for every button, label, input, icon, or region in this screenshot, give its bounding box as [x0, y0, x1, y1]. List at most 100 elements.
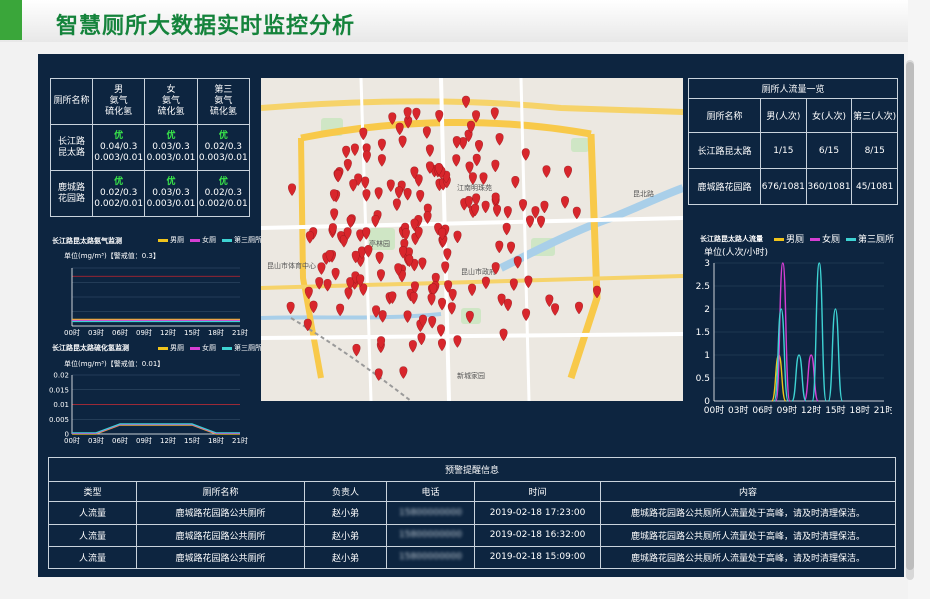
flow-cell: 45/1081 — [851, 168, 898, 205]
y-tick-label: 0.5 — [696, 374, 710, 384]
x-tick-label: 03时 — [728, 404, 748, 416]
map-place-label: 昆山市体育中心 — [267, 261, 316, 270]
legend-third: 第三厕所 — [222, 343, 262, 353]
gas-status: 优 — [166, 177, 176, 187]
legend-male: 男厕 — [158, 235, 184, 245]
legend-female: 女厕 — [190, 235, 216, 245]
nh3-value: 0.02/0.3 — [99, 188, 138, 198]
h2s-value: 0.003/0.01 — [146, 153, 196, 163]
gas-table-header: 厕所名称 男 氨气 硫化氢 女 氨气 硫化氢 第三 氨气 硫化氢 — [50, 78, 251, 125]
alert-row: 人流量 鹿城路花园路公共厕所 赵小弟 15800000000 2019-02-1… — [48, 545, 896, 570]
alert-caption-row: 预警提醒信息 — [48, 456, 896, 483]
gas-row-name: 长江路 昆太路 — [50, 124, 93, 171]
legend-female: 女厕 — [810, 232, 840, 245]
gas-status: 优 — [114, 131, 124, 141]
legend-male-label: 男厕 — [170, 344, 184, 352]
x-tick-label: 09时 — [777, 404, 797, 416]
alert-cell-person: 赵小弟 — [304, 523, 387, 547]
y-tick-label: 2 — [704, 305, 710, 315]
h2s-value: 0.002/0.01 — [198, 199, 248, 209]
y-tick-label: 0.005 — [49, 416, 69, 424]
nh3-value: 0.04/0.3 — [99, 142, 138, 152]
page-title: 智慧厕所大数据实时监控分析 — [56, 14, 356, 39]
alert-cell-type: 人流量 — [48, 523, 137, 547]
y-tick-label: 0.01 — [53, 401, 69, 409]
alert-cell-content: 鹿城路花园路公共厕所人流量处于高峰，请及时清理保洁。 — [600, 523, 896, 547]
x-tick-label: 12时 — [160, 436, 176, 445]
alert-phone-blurred: 15800000000 — [399, 552, 462, 563]
flow-cell: 8/15 — [851, 132, 898, 169]
alert-cell-content: 鹿城路花园路公共厕所人流量处于高峰，请及时清理保洁。 — [600, 501, 896, 525]
toilet-location-map[interactable]: 昆山市政府 亭林园 昆山市体育中心 江南明珠苑 新城家园 昆北路 — [261, 78, 683, 401]
legend-male: 男厕 — [158, 343, 184, 353]
alert-cell-time: 2019-02-18 16:32:00 — [474, 523, 601, 547]
nh3-chart-legend: 男厕 女厕 第三厕所 — [158, 235, 262, 245]
legend-female-label: 女厕 — [822, 235, 841, 245]
x-tick-label: 06时 — [112, 436, 128, 445]
legend-third-label: 第三厕所 — [234, 236, 262, 244]
flow-table-header: 厕所名称 男(人次) 女(人次) 第三(人次) — [688, 98, 898, 133]
nh3-value: 0.02/0.3 — [204, 142, 243, 152]
alert-header: 负责人 — [304, 481, 387, 503]
gas-row: 鹿城路 花园路 优 0.02/0.3 0.002/0.01 优 0.03/0.3 0.0… — [50, 170, 251, 217]
flow-cell: 1/15 — [760, 132, 807, 169]
flow-header: 第三(人次) — [851, 98, 898, 133]
flow-chart-legend: 男厕 女厕 第三厕所 — [774, 232, 894, 245]
h2s-chart-title: 长江路昆太路硫化氢监测 — [52, 344, 129, 352]
alert-row: 人流量 鹿城路花园路公共厕所 赵小弟 15800000000 2019-02-1… — [48, 501, 896, 525]
map-place-label: 昆北路 — [633, 189, 654, 198]
x-tick-label: 21时 — [232, 436, 248, 445]
flow-table-caption-row: 厕所人流量一览 — [688, 78, 898, 99]
h2s-value: 0.003/0.01 — [94, 153, 144, 163]
gas-header-male-text: 男 氨气 硫化氢 — [105, 85, 133, 117]
alert-phone-blurred: 15800000000 — [399, 530, 462, 541]
h2s-value: 0.003/0.01 — [198, 153, 248, 163]
alert-header: 类型 — [48, 481, 137, 503]
y-tick-label: 2.5 — [696, 282, 710, 292]
flow-cell: 长江路昆太路 — [688, 132, 761, 169]
legend-male: 男厕 — [774, 232, 804, 245]
x-tick-label: 00时 — [704, 404, 724, 416]
gas-header-female-text: 女 氨气 硫化氢 — [157, 85, 185, 117]
nh3-line-chart: 00时 03时 06时 09时 12时 15时 18时 21时 — [64, 267, 248, 337]
x-tick-label: 09时 — [136, 328, 152, 337]
flow-table-caption: 厕所人流量一览 — [688, 78, 898, 99]
legend-third: 第三厕所 — [846, 232, 894, 245]
x-tick-label: 12时 — [160, 328, 176, 337]
gas-monitor-table: 厕所名称 男 氨气 硫化氢 女 氨气 硫化氢 第三 氨气 硫化氢 长江路 昆太路… — [50, 78, 251, 217]
vertical-scrollbar-thumb[interactable] — [906, 62, 914, 570]
alert-header: 时间 — [474, 481, 601, 503]
gas-row: 长江路 昆太路 优 0.04/0.3 0.003/0.01 优 0.03/0.3 0.0… — [50, 124, 251, 171]
y-tick-label: 1 — [704, 351, 710, 361]
alert-cell-name: 鹿城路花园路公共厕所 — [136, 545, 305, 570]
legend-male-label: 男厕 — [170, 236, 184, 244]
flow-cell: 6/15 — [805, 132, 853, 169]
gas-header-third-text: 第三 氨气 硫化氢 — [209, 85, 237, 117]
y-tick-label: 1.5 — [696, 328, 710, 338]
x-tick-label: 15时 — [825, 404, 845, 416]
flow-header: 男(人次) — [760, 98, 807, 133]
alert-cell-content: 鹿城路花园路公共厕所人流量处于高峰，请及时清理保洁。 — [600, 545, 896, 570]
x-tick-label: 06时 — [752, 404, 772, 416]
x-tick-label: 09时 — [136, 436, 152, 445]
flow-cell: 676/1081 — [760, 168, 807, 205]
x-tick-label: 12时 — [801, 404, 821, 416]
gas-header-male: 男 氨气 硫化氢 — [91, 78, 146, 125]
x-tick-label: 03时 — [88, 436, 104, 445]
map-canvas[interactable]: 昆山市政府 亭林园昆山市体育中心 江南明珠苑新城家园 昆北路 — [261, 78, 683, 401]
map-place-label: 江南明珠苑 — [457, 183, 492, 192]
legend-third-label: 第三厕所 — [234, 344, 262, 352]
h2s-line-chart: 0.020.0150.010.005000时 03时 06时 09时 12时 15时 18时… — [49, 372, 248, 446]
alert-phone-blurred: 15800000000 — [399, 507, 462, 518]
nh3-value: 0.03/0.3 — [152, 188, 190, 198]
gas-header-third: 第三 氨气 硫化氢 — [196, 78, 251, 125]
gas-status: 优 — [218, 131, 228, 141]
alert-cell-phone: 15800000000 — [386, 523, 475, 547]
y-tick-label: 3 — [704, 259, 710, 269]
alert-caption: 预警提醒信息 — [48, 456, 896, 483]
flow-row: 长江路昆太路 1/15 6/15 8/15 — [688, 132, 898, 169]
top-bar: 智慧厕所大数据实时监控分析 — [0, 0, 930, 42]
x-tick-label: 18时 — [849, 404, 869, 416]
y-tick-label: 0.02 — [53, 372, 69, 380]
gas-cell: 优 0.02/0.3 0.002/0.01 — [196, 170, 251, 217]
